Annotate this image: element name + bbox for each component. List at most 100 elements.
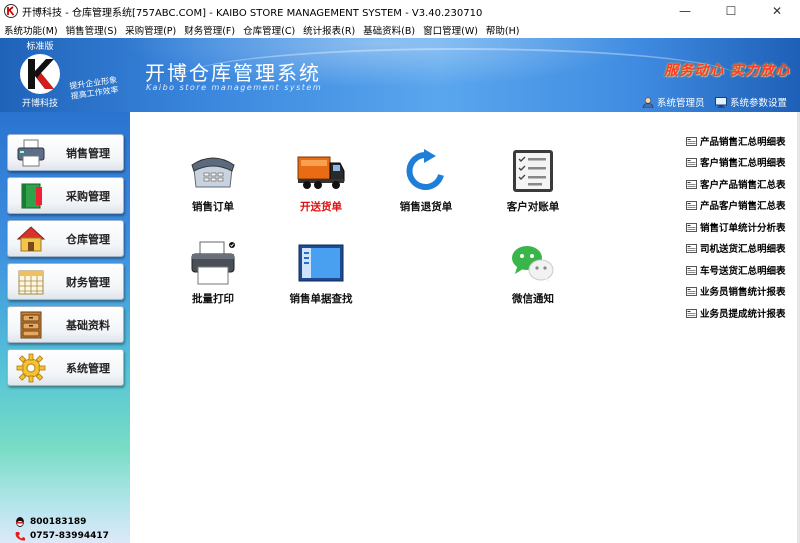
sidebar-item-system[interactable]: 系统管理 — [7, 349, 124, 386]
minimize-button[interactable]: — — [662, 0, 708, 22]
cabinet-icon — [16, 310, 46, 340]
tile-label: 批量打印 — [192, 293, 234, 305]
window-title: 开博科技 - 仓库管理系统[757ABC.COM] - KAIBO STORE … — [22, 7, 483, 19]
menu-help[interactable]: 帮助(H) — [482, 23, 524, 37]
report-label: 客户产品销售汇总表 — [700, 180, 786, 191]
report-icon — [686, 308, 697, 318]
close-button[interactable]: ✕ — [754, 0, 800, 22]
menu-system[interactable]: 系统功能(M) — [0, 23, 62, 37]
qq-number: 800183189 — [30, 517, 87, 527]
phone-icon — [15, 532, 25, 541]
printer-icon — [16, 138, 46, 168]
user-icon — [642, 96, 654, 108]
qq-icon — [16, 517, 24, 527]
report-link[interactable]: 车号送货汇总明细表 — [686, 263, 786, 277]
book-icon — [16, 181, 46, 211]
report-label: 销售订单统计分析表 — [700, 223, 786, 234]
truck-icon — [295, 147, 347, 195]
report-label: 车号送货汇总明细表 — [700, 266, 786, 277]
settings-label: 系统参数设置 — [730, 98, 788, 109]
report-label: 业务员提成统计报表 — [700, 309, 786, 320]
sidebar-item-finance[interactable]: 财务管理 — [7, 263, 124, 300]
tile-delivery-note[interactable]: 开送货单 — [276, 147, 366, 214]
qq-contact: 800183189 — [14, 516, 86, 528]
report-label: 司机送货汇总明细表 — [700, 244, 786, 255]
menu-window[interactable]: 窗口管理(W) — [419, 23, 482, 37]
refresh-icon — [400, 147, 452, 195]
sidebar-item-label: 仓库管理 — [66, 232, 110, 246]
tile-batch-print[interactable]: 批量打印 — [168, 239, 258, 306]
wechat-icon — [507, 239, 559, 287]
sidebar: 销售管理 采购管理 仓库管理 财务管理 基础资料 系统管理 800183189 … — [0, 112, 130, 543]
gear-icon — [16, 353, 46, 383]
phone-contact: 0757-83994417 — [14, 530, 109, 542]
tile-customer-statement[interactable]: 客户对账单 — [488, 147, 578, 214]
sidebar-item-purchase[interactable]: 采购管理 — [7, 177, 124, 214]
menu-basic-data[interactable]: 基础资料(B) — [359, 23, 419, 37]
report-link[interactable]: 产品销售汇总明细表 — [686, 134, 786, 148]
window-icon — [295, 239, 347, 287]
report-label: 产品销售汇总明细表 — [700, 137, 786, 148]
tile-label: 开送货单 — [300, 201, 342, 213]
report-label: 客户销售汇总明细表 — [700, 158, 786, 169]
report-label: 产品客户销售汇总表 — [700, 201, 786, 212]
telephone-icon — [187, 147, 239, 195]
menu-bar: 系统功能(M) 销售管理(S) 采购管理(P) 财务管理(F) 仓库管理(C) … — [0, 22, 800, 38]
sidebar-item-label: 销售管理 — [66, 146, 110, 160]
tile-label: 销售订单 — [192, 201, 234, 213]
main-panel: 销售订单 开送货单 销售退货单 客户对账单 批量打印 销售单据查找 微信通知 产… — [130, 112, 800, 543]
tile-sales-order[interactable]: 销售订单 — [168, 147, 258, 214]
sidebar-item-sales[interactable]: 销售管理 — [7, 134, 124, 171]
system-subtitle: Kaibo store management system — [146, 83, 323, 92]
tile-sales-doc-search[interactable]: 销售单据查找 — [276, 239, 366, 306]
maximize-button[interactable]: ☐ — [708, 0, 754, 22]
report-icon — [686, 265, 697, 275]
sidebar-item-label: 系统管理 — [66, 361, 110, 375]
app-icon — [4, 4, 18, 18]
report-link[interactable]: 业务员提成统计报表 — [686, 306, 786, 320]
tile-label: 销售退货单 — [399, 201, 453, 213]
report-link[interactable]: 司机送货汇总明细表 — [686, 241, 786, 255]
menu-finance[interactable]: 财务管理(F) — [180, 23, 239, 37]
menu-purchase[interactable]: 采购管理(P) — [121, 23, 180, 37]
report-link[interactable]: 业务员销售统计报表 — [686, 284, 786, 298]
motto: 服务动心 实力放心 — [664, 63, 790, 79]
report-link[interactable]: 销售订单统计分析表 — [686, 220, 786, 234]
sidebar-item-warehouse[interactable]: 仓库管理 — [7, 220, 124, 257]
phone-number: 0757-83994417 — [30, 531, 109, 541]
menu-warehouse[interactable]: 仓库管理(C) — [239, 23, 299, 37]
report-icon — [686, 200, 697, 210]
report-link[interactable]: 客户产品销售汇总表 — [686, 177, 786, 191]
tile-sales-return[interactable]: 销售退货单 — [381, 147, 471, 214]
calendar-icon — [16, 267, 46, 297]
tile-label: 微信通知 — [512, 293, 554, 305]
house-icon — [16, 224, 46, 254]
sidebar-item-label: 基础资料 — [66, 318, 110, 332]
sidebar-item-basic-data[interactable]: 基础资料 — [7, 306, 124, 343]
title-bar: 开博科技 - 仓库管理系统[757ABC.COM] - KAIBO STORE … — [0, 0, 800, 22]
sidebar-item-label: 财务管理 — [66, 275, 110, 289]
tile-wechat-notify[interactable]: 微信通知 — [488, 239, 578, 306]
menu-reports[interactable]: 统计报表(R) — [299, 23, 359, 37]
menu-sales[interactable]: 销售管理(S) — [62, 23, 121, 37]
tile-label: 销售单据查找 — [289, 293, 353, 305]
sidebar-item-label: 采购管理 — [66, 189, 110, 203]
report-icon — [686, 222, 697, 232]
monitor-icon — [715, 96, 727, 108]
header-toolbar: 系统管理员 系统参数设置 — [0, 92, 800, 112]
report-label: 业务员销售统计报表 — [700, 287, 786, 298]
report-icon — [686, 286, 697, 296]
logo-k-icon — [20, 54, 60, 94]
report-icon — [686, 157, 697, 167]
report-link[interactable]: 客户销售汇总明细表 — [686, 155, 786, 169]
checklist-icon — [507, 147, 559, 195]
current-user[interactable]: 系统管理员 — [642, 95, 705, 109]
user-label: 系统管理员 — [657, 98, 705, 109]
report-icon — [686, 136, 697, 146]
tile-label: 客户对账单 — [506, 201, 560, 213]
edition-label: 标准版 — [26, 42, 54, 52]
system-title: 开博仓库管理系统 — [145, 61, 321, 85]
system-settings-link[interactable]: 系统参数设置 — [715, 95, 787, 109]
report-link[interactable]: 产品客户销售汇总表 — [686, 198, 786, 212]
report-icon — [686, 243, 697, 253]
